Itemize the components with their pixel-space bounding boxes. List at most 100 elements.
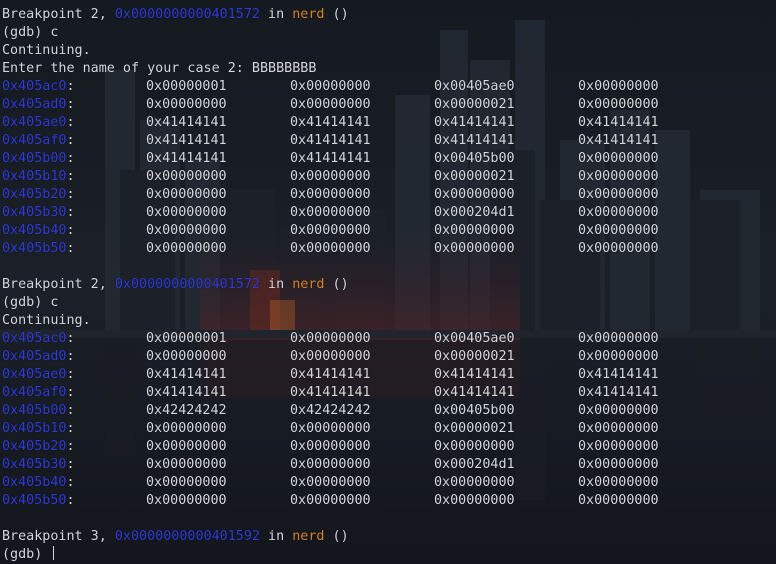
address-colon: :	[66, 205, 75, 220]
memory-word: 0x00000000	[578, 205, 659, 220]
memory-address: 0x405ad0	[2, 97, 67, 112]
memory-row: 0x405af0: 0x41414141 0x41414141 0x41414141 0…	[2, 132, 722, 150]
address-colon: :	[66, 349, 75, 364]
memory-word: 0x41414141	[578, 133, 659, 148]
breakpoint-in: in	[260, 277, 293, 292]
memory-address: 0x405ac0	[2, 331, 67, 346]
memory-address-label: 0x405ae0:	[2, 366, 146, 384]
memory-word: 0x00000000	[578, 151, 659, 166]
memory-word: 0x00000000	[290, 97, 371, 112]
gdb-input-line[interactable]: (gdb)	[2, 546, 722, 564]
memory-word: 0x00000000	[434, 475, 515, 490]
address-colon: :	[66, 403, 75, 418]
memory-word: 0x00000000	[434, 241, 515, 256]
address-colon: :	[66, 439, 75, 454]
memory-word: 0x00000000	[578, 331, 659, 346]
memory-word: 0x00000000	[146, 421, 227, 436]
memory-row: 0x405ae0: 0x41414141 0x41414141 0x41414141 0…	[2, 366, 722, 384]
memory-word: 0x00000000	[578, 223, 659, 238]
memory-row: 0x405b10: 0x00000000 0x00000000 0x00000021 0…	[2, 420, 722, 438]
memory-word: 0x00000001	[146, 331, 227, 346]
memory-word: 0x00000000	[290, 331, 371, 346]
memory-address: 0x405b30	[2, 457, 67, 472]
breakpoint-line: Breakpoint 2, 0x0000000000401572 in nerd…	[2, 6, 722, 24]
memory-word: 0x00405ae0	[434, 79, 515, 94]
memory-word: 0x00000000	[578, 421, 659, 436]
memory-word: 0x000204d1	[434, 205, 515, 220]
memory-address: 0x405b10	[2, 169, 67, 184]
memory-word: 0x41414141	[146, 115, 227, 130]
memory-row: 0x405af0: 0x41414141 0x41414141 0x41414141 0…	[2, 384, 722, 402]
memory-address-label: 0x405b40:	[2, 222, 146, 240]
memory-word: 0x00405b00	[434, 151, 515, 166]
memory-word: 0x41414141	[434, 385, 515, 400]
gdb-prompt-line: (gdb) c	[2, 25, 59, 40]
memory-word: 0x00000000	[146, 187, 227, 202]
memory-word: 0x00000000	[578, 79, 659, 94]
memory-address-label: 0x405b00:	[2, 150, 146, 168]
memory-row: 0x405ac0: 0x00000001 0x00000000 0x00405ae0 0…	[2, 78, 722, 96]
memory-word: 0x41414141	[290, 151, 371, 166]
memory-row: 0x405b50: 0x00000000 0x00000000 0x00000000 0…	[2, 492, 722, 510]
memory-address: 0x405b50	[2, 493, 67, 508]
memory-word: 0x41414141	[578, 367, 659, 382]
memory-word: 0x00000000	[578, 439, 659, 454]
gdb-prompt-line: (gdb) c	[2, 295, 59, 310]
memory-row: 0x405b50: 0x00000000 0x00000000 0x00000000 0…	[2, 240, 722, 258]
memory-word: 0x00000000	[578, 475, 659, 490]
memory-word: 0x00000000	[290, 223, 371, 238]
breakpoint-prefix: Breakpoint 3,	[2, 529, 115, 544]
address-colon: :	[66, 151, 75, 166]
breakpoint-line: Breakpoint 3, 0x0000000000401592 in nerd…	[2, 528, 722, 546]
memory-address-label: 0x405b00:	[2, 402, 146, 420]
memory-word: 0x00000021	[434, 97, 515, 112]
memory-word: 0x42424242	[290, 403, 371, 418]
breakpoint-block: Breakpoint 2, 0x0000000000401572 in nerd…	[2, 6, 722, 258]
memory-word: 0x41414141	[434, 367, 515, 382]
gdb-prompt: (gdb)	[2, 547, 51, 562]
memory-word: 0x00000000	[578, 97, 659, 112]
memory-word: 0x41414141	[146, 367, 227, 382]
memory-word: 0x00000000	[146, 475, 227, 490]
program-input-line: Enter the name of your case 2: BBBBBBBB	[2, 61, 317, 76]
memory-word: 0x00000021	[434, 421, 515, 436]
breakpoint-prefix: Breakpoint 2,	[2, 277, 115, 292]
breakpoint-line: Breakpoint 2, 0x0000000000401572 in nerd…	[2, 276, 722, 294]
memory-word: 0x00000000	[146, 205, 227, 220]
memory-address-label: 0x405b10:	[2, 420, 146, 438]
memory-word: 0x41414141	[578, 115, 659, 130]
memory-address-label: 0x405ad0:	[2, 96, 146, 114]
memory-word: 0x41414141	[146, 133, 227, 148]
memory-word: 0x41414141	[290, 133, 371, 148]
address-colon: :	[66, 367, 75, 382]
memory-word: 0x00000000	[434, 223, 515, 238]
memory-word: 0x00000000	[434, 187, 515, 202]
memory-address-label: 0x405ac0:	[2, 330, 146, 348]
memory-word: 0x00000021	[434, 169, 515, 184]
address-colon: :	[66, 133, 75, 148]
memory-address: 0x405af0	[2, 385, 67, 400]
continuing-line: Continuing.	[2, 313, 91, 328]
memory-row: 0x405b20: 0x00000000 0x00000000 0x00000000 0…	[2, 438, 722, 456]
memory-word: 0x42424242	[146, 403, 227, 418]
memory-word: 0x00000000	[146, 223, 227, 238]
memory-row: 0x405ad0: 0x00000000 0x00000000 0x00000021 0…	[2, 96, 722, 114]
address-colon: :	[66, 187, 75, 202]
address-colon: :	[66, 331, 75, 346]
memory-word: 0x00000000	[146, 241, 227, 256]
memory-word: 0x00000000	[434, 439, 515, 454]
address-colon: :	[66, 493, 75, 508]
memory-word: 0x41414141	[434, 133, 515, 148]
memory-address-label: 0x405af0:	[2, 384, 146, 402]
memory-row: 0x405b40: 0x00000000 0x00000000 0x00000000 0…	[2, 222, 722, 240]
gdb-terminal-output[interactable]: Breakpoint 2, 0x0000000000401572 in nerd…	[2, 6, 722, 564]
breakpoint-address: 0x0000000000401572	[114, 7, 260, 22]
memory-word: 0x00000000	[290, 79, 371, 94]
text-cursor[interactable]	[53, 546, 55, 560]
address-colon: :	[66, 97, 75, 112]
memory-word: 0x00000000	[290, 349, 371, 364]
memory-word: 0x00000000	[578, 457, 659, 472]
breakpoint-suffix: ()	[324, 7, 349, 22]
